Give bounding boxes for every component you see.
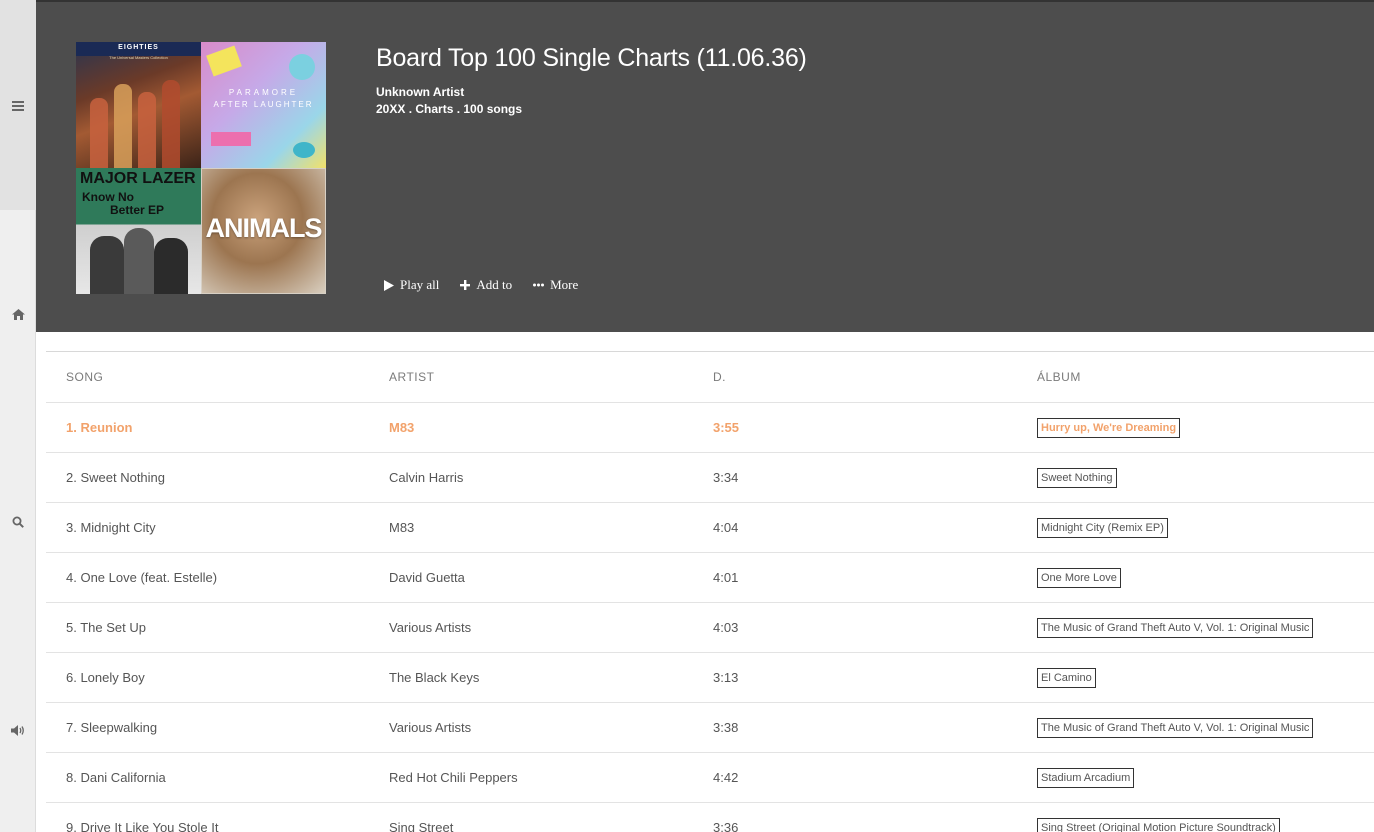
menu-icon[interactable] xyxy=(0,94,36,118)
song-table: SONG ARTIST D. ÁLBUM 1. Reunion M83 3:55… xyxy=(46,351,1374,832)
album-cover-major-lazer: MAJOR LAZER Know No Better EP xyxy=(76,168,201,294)
song-duration: 4:01 xyxy=(713,570,739,585)
song-album-link[interactable]: Midnight City (Remix EP) xyxy=(1037,517,1168,538)
plus-icon xyxy=(460,280,471,290)
song-title[interactable]: 8. Dani California xyxy=(66,770,166,785)
song-artist[interactable]: Various Artists xyxy=(389,720,471,735)
song-artist[interactable]: Various Artists xyxy=(389,620,471,635)
playlist-cover-collage: EIGHTIES The Universal Masters Collectio… xyxy=(76,42,326,294)
table-row[interactable]: 3. Midnight City M83 4:04 Midnight City … xyxy=(46,503,1374,553)
more-button[interactable]: More xyxy=(533,277,578,293)
add-to-label: Add to xyxy=(476,277,513,292)
song-album-link[interactable]: The Music of Grand Theft Auto V, Vol. 1:… xyxy=(1037,617,1314,638)
song-title[interactable]: 4. One Love (feat. Estelle) xyxy=(66,570,217,585)
cover-text: EIGHTIES xyxy=(118,44,159,51)
song-title[interactable]: 3. Midnight City xyxy=(66,520,156,535)
song-duration: 4:42 xyxy=(713,770,739,785)
song-album-link[interactable]: Sing Street (Original Motion Picture Sou… xyxy=(1037,817,1280,832)
add-to-button[interactable]: Add to xyxy=(460,277,512,293)
song-duration: 3:36 xyxy=(713,820,739,832)
song-artist[interactable]: David Guetta xyxy=(389,570,465,585)
table-row[interactable]: 9. Drive It Like You Stole It Sing Stree… xyxy=(46,803,1374,832)
home-icon[interactable] xyxy=(0,302,36,326)
song-title[interactable]: 5. The Set Up xyxy=(66,620,146,635)
song-album-link[interactable]: One More Love xyxy=(1037,567,1121,588)
volume-icon[interactable] xyxy=(0,718,36,742)
song-duration: 3:34 xyxy=(713,470,739,485)
song-title[interactable]: 2. Sweet Nothing xyxy=(66,470,165,485)
play-all-label: Play all xyxy=(400,277,440,292)
song-album-link[interactable]: El Camino xyxy=(1037,667,1096,688)
song-duration: 3:38 xyxy=(713,720,739,735)
playlist-actions: Play all Add to More xyxy=(384,277,578,293)
table-row[interactable]: 8. Dani California Red Hot Chili Peppers… xyxy=(46,753,1374,803)
song-duration: 3:13 xyxy=(713,670,739,685)
song-title[interactable]: 1. Reunion xyxy=(66,420,132,435)
song-artist[interactable]: M83 xyxy=(389,420,414,435)
song-artist[interactable]: Red Hot Chili Peppers xyxy=(389,770,518,785)
app-window: EIGHTIES The Universal Masters Collectio… xyxy=(0,0,1374,832)
cover-text: Better EP xyxy=(110,203,165,217)
playlist-meta: 20XX . Charts . 100 songs xyxy=(376,102,523,116)
song-album-link[interactable]: The Music of Grand Theft Auto V, Vol. 1:… xyxy=(1037,717,1314,738)
ellipsis-icon xyxy=(533,283,545,287)
song-artist[interactable]: M83 xyxy=(389,520,414,535)
more-label: More xyxy=(550,277,579,292)
song-duration: 3:55 xyxy=(713,420,740,435)
album-cover-paramore: PARAMORE AFTER LAUGHTER xyxy=(201,42,326,168)
song-title[interactable]: 7. Sleepwalking xyxy=(66,720,157,735)
play-all-button[interactable]: Play all xyxy=(384,277,439,293)
song-artist[interactable]: The Black Keys xyxy=(389,670,479,685)
page-title: Board Top 100 Single Charts (11.06.36) xyxy=(376,44,807,72)
song-artist[interactable]: Sing Street xyxy=(389,820,453,832)
album-cover-eighties: EIGHTIES The Universal Masters Collectio… xyxy=(76,42,201,168)
table-row[interactable]: 7. Sleepwalking Various Artists 3:38 The… xyxy=(46,703,1374,753)
cover-text: ANIMALS xyxy=(205,213,323,243)
table-header: SONG ARTIST D. ÁLBUM xyxy=(46,352,1374,403)
song-duration: 4:03 xyxy=(713,620,739,635)
playlist-artist: Unknown Artist xyxy=(376,85,465,99)
song-album-link[interactable]: Stadium Arcadium xyxy=(1037,767,1135,788)
song-title[interactable]: 9. Drive It Like You Stole It xyxy=(66,820,218,832)
play-icon xyxy=(384,279,394,291)
table-row[interactable]: 2. Sweet Nothing Calvin Harris 3:34 Swee… xyxy=(46,453,1374,503)
cover-text: Know No xyxy=(82,190,134,204)
song-album-link[interactable]: Sweet Nothing xyxy=(1037,467,1117,488)
sidebar xyxy=(0,0,36,832)
table-row[interactable]: 5. The Set Up Various Artists 4:03 The M… xyxy=(46,603,1374,653)
song-artist[interactable]: Calvin Harris xyxy=(389,470,463,485)
table-row[interactable]: 6. Lonely Boy The Black Keys 3:13 El Cam… xyxy=(46,653,1374,703)
table-row[interactable]: 4. One Love (feat. Estelle) David Guetta… xyxy=(46,553,1374,603)
column-header-song[interactable]: SONG xyxy=(66,370,103,384)
column-header-duration[interactable]: D. xyxy=(713,370,726,384)
song-duration: 4:04 xyxy=(713,520,739,535)
cover-text: The Universal Masters Collection xyxy=(109,55,168,60)
column-header-album[interactable]: ÁLBUM xyxy=(1037,370,1081,384)
cover-text: AFTER LAUGHTER xyxy=(213,100,314,109)
cover-text: PARAMORE xyxy=(228,88,299,97)
song-title[interactable]: 6. Lonely Boy xyxy=(66,670,145,685)
song-album-link[interactable]: Hurry up, We're Dreaming xyxy=(1037,417,1181,438)
table-row[interactable]: 1. Reunion M83 3:55 Hurry up, We're Drea… xyxy=(46,403,1374,453)
playlist-header: EIGHTIES The Universal Masters Collectio… xyxy=(36,0,1374,332)
album-cover-animals: ANIMALS xyxy=(201,168,326,294)
cover-text: MAJOR LAZER xyxy=(80,170,196,187)
search-icon[interactable] xyxy=(0,510,36,534)
column-header-artist[interactable]: ARTIST xyxy=(389,370,434,384)
